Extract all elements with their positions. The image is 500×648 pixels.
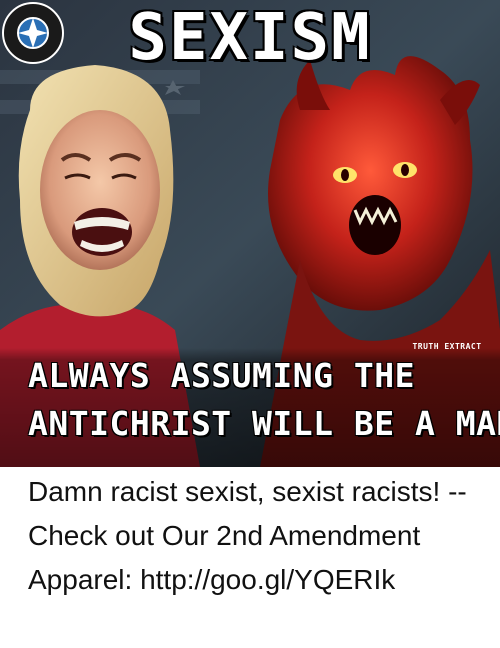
conservative-logo-icon <box>2 2 64 64</box>
caption-line-1: ALWAYS ASSUMING THE <box>28 356 415 395</box>
meme-title: SEXISM <box>128 1 372 75</box>
caption-line-2: ANTICHRIST WILL BE A MAN <box>28 404 500 443</box>
post-caption: Damn racist sexist, sexist racists! -- C… <box>28 476 467 595</box>
meme-image: SEXISM TRUTH EXTRACT ALWAYS ASSUMING THE… <box>0 0 500 467</box>
